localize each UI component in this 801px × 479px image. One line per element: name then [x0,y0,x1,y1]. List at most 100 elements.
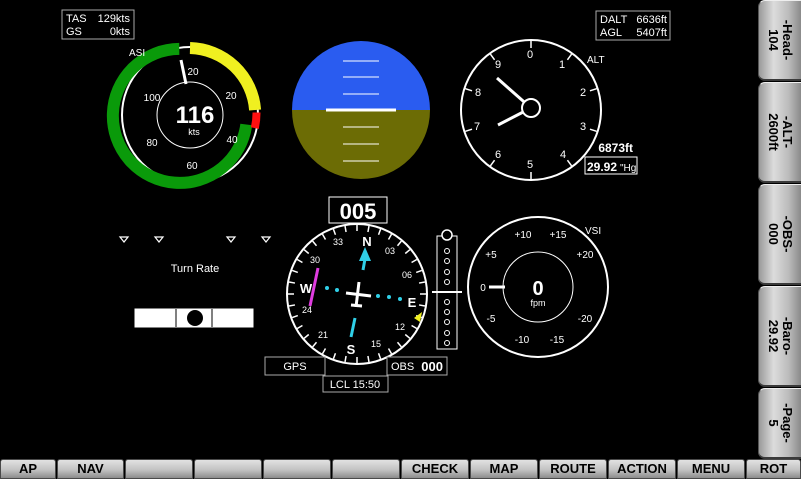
alt-dial-2: 2 [580,87,586,99]
obs-value: 000 [421,359,443,374]
slip-ball [187,310,203,326]
asi-scale-80: 80 [146,138,158,149]
hsi-tick [418,281,426,284]
vsi-label: VSI [585,226,601,237]
hsi-21: 21 [318,330,328,340]
asi-label: ASI [129,48,145,59]
vsi-value: 0 [532,278,543,300]
vsi-plus-10: +10 [515,230,532,241]
baro-value: 29.92 [587,160,617,174]
vsi-plus-5: +5 [485,250,497,261]
hsi-33: 33 [333,237,343,247]
hsi-s: S [347,342,356,357]
menu-button[interactable]: MENU [677,459,745,479]
hsi-tick [344,225,347,233]
asi-value: 116 [176,102,215,129]
vsi-minus-10: -10 [515,335,530,346]
asi-scale-20a: 20 [187,67,199,78]
check-button[interactable]: CHECK [401,459,469,479]
blank-button-1[interactable] [125,459,193,479]
tas-label: TAS [66,13,87,25]
obs-label: OBS [391,361,414,373]
alt-dial-7: 7 [474,121,480,133]
action-button[interactable]: ACTION [608,459,676,479]
vsi-zero: 0 [480,283,486,294]
dalt-value: 6636ft [636,14,667,26]
asi-scale-40: 40 [226,135,238,146]
head-button-label: -Head- 104 [766,19,795,61]
blank-button-4[interactable] [332,459,400,479]
head-button[interactable]: -Head- 104 [758,0,801,81]
map-button[interactable]: MAP [470,459,538,479]
asi-scale-60: 60 [186,161,198,172]
dalt-agl-box: DALT 6636ft AGL 5407ft [595,10,671,41]
alt-dial-1: 1 [559,59,565,71]
vsi-unit: fpm [530,298,545,308]
page-button-label: -Page- 5 [766,403,795,443]
route-button[interactable]: ROUTE [539,459,607,479]
hsi-n: N [362,234,371,249]
agl-label: AGL [600,27,622,39]
asi-scale-100: 100 [144,93,161,104]
dalt-label: DALT [600,14,628,26]
alt-button[interactable]: -ALT- 2600ft [758,82,801,183]
alt-value: 6873ft [598,141,633,155]
vsi-minus-5: -5 [487,314,496,325]
hsi-tick [367,355,370,363]
asi-unit: kts [188,127,200,137]
hsi-06: 06 [402,270,412,280]
hsi-w: W [300,281,313,296]
alt-dial-3: 3 [580,121,586,133]
tas-gs-box: TAS 129kts GS 0kts [61,9,135,40]
obs-button-label: -OBS- 000 [766,215,795,253]
hsi-24: 24 [302,305,312,315]
hsi-compass: N E S W 33 30 24 21 15 12 06 03 [286,223,428,365]
hsi-12: 12 [395,322,405,332]
blank-button-2[interactable] [194,459,262,479]
gps-box: GPS [264,356,326,376]
hsi-tick [418,304,426,307]
tas-value: 129kts [98,13,131,25]
vertical-speed-indicator: VSI +10 +15 +20 +5 0 -5 -20 -10 -15 0 fp… [467,216,609,358]
vsi-plus-15: +15 [550,230,567,241]
glideslope-marker [441,229,453,241]
hsi-15: 15 [371,339,381,349]
alt-dial-5: 5 [527,159,533,171]
alt-label: ALT [587,55,605,66]
alt-dial-9: 9 [495,59,501,71]
vsi-minus-20: -20 [578,314,593,325]
baro-button[interactable]: -Baro- 29.92 [758,286,801,387]
alt-dial-8: 8 [475,87,481,99]
agl-value: 5407ft [636,27,667,39]
adi-ground [292,110,430,179]
glideslope-scale [432,229,462,350]
obs-box: OBS 000 [386,356,448,376]
gs-value: 0kts [110,26,131,38]
hsi-tick [288,304,296,307]
gs-label: GS [66,26,82,38]
gps-label: GPS [283,361,306,373]
obs-button[interactable]: -OBS- 000 [758,184,801,285]
ap-button[interactable]: AP [0,459,56,479]
hsi-30: 30 [310,255,320,265]
heading-value: 005 [340,199,377,224]
turn-rate-indicator: Turn Rate [118,236,272,328]
flight-display: TAS 129kts GS 0kts DALT 6636ft AGL 5407f… [61,9,671,393]
clock-label: LCL 15:50 [330,379,380,391]
blank-button-3[interactable] [263,459,331,479]
rot-button[interactable]: ROT [746,459,801,479]
adi-sky [292,41,430,110]
hsi-e: E [408,295,417,310]
baro-button-label: -Baro- 29.92 [766,316,795,356]
turn-rate-label: Turn Rate [171,263,220,275]
asi-scale-20b: 20 [225,91,237,102]
attitude-indicator [292,41,430,179]
vsi-minus-15: -15 [550,335,565,346]
alt-dial-6: 6 [495,149,501,161]
airspeed-indicator: ASI 20 20 40 60 80 100 116 kts [106,42,262,189]
page-button[interactable]: -Page- 5 [758,388,801,459]
alt-dial-0: 0 [527,49,533,61]
bottom-softkey-bar: AP NAV CHECK MAP ROUTE ACTION MENU ROT [0,459,801,479]
nav-button[interactable]: NAV [57,459,124,479]
alt-button-label: -ALT- 2600ft [766,113,795,151]
